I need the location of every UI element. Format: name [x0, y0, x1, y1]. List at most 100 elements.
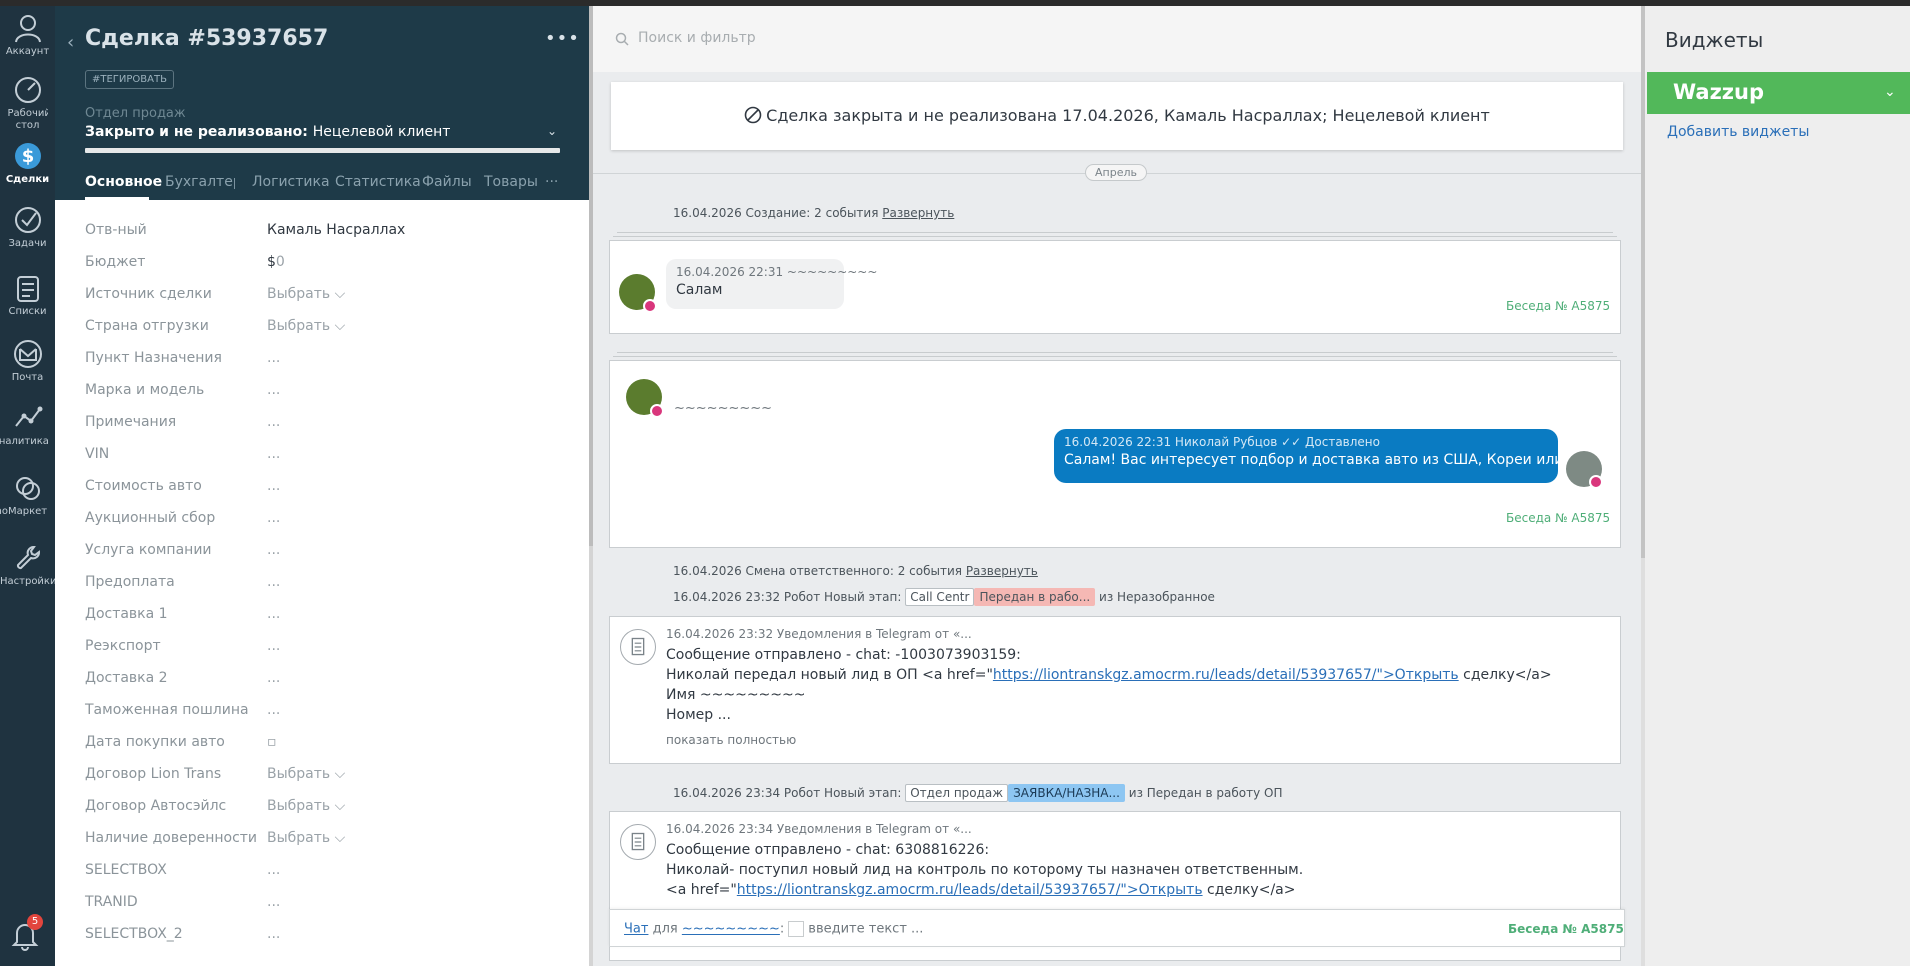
nav-market[interactable]: amoМаркет	[0, 472, 55, 518]
field-row: Пункт Назначения...	[85, 350, 565, 374]
field-select[interactable]: Выбрать ⌵	[267, 798, 345, 814]
conversation-link[interactable]: Беседа № A5875	[1506, 511, 1610, 525]
closed-icon	[744, 106, 762, 124]
note-line: Николай передал новый лид в ОП <a href="…	[666, 667, 1552, 683]
expand-link[interactable]: Развернуть	[882, 206, 954, 220]
field-select[interactable]: Выбрать ⌵	[267, 286, 345, 302]
nav-deals[interactable]: $ Сделки	[0, 140, 55, 186]
show-more-link[interactable]: показать полностью	[666, 733, 796, 747]
field-value[interactable]: ...	[267, 446, 280, 462]
tab-statistics[interactable]: Статистика	[335, 174, 421, 190]
field-value[interactable]: ...	[267, 350, 280, 366]
field-value[interactable]: ...	[267, 574, 280, 590]
more-options-icon[interactable]: •••	[545, 28, 580, 49]
conversation-link[interactable]: Беседа № A5875	[1506, 299, 1610, 313]
chevron-down-icon[interactable]: ⌄	[1884, 84, 1896, 100]
event-stage: 16.04.2026 23:32 Робот Новый этап: Call …	[673, 588, 1215, 606]
tab-more[interactable]: ···	[545, 174, 558, 190]
back-arrow-icon[interactable]: ‹	[67, 32, 74, 53]
add-widgets-link[interactable]: Добавить виджеты	[1667, 124, 1809, 140]
chat-channel-select[interactable]	[788, 921, 805, 937]
conversation-link[interactable]: Беседа № A5875	[1508, 922, 1624, 936]
svg-text:$: $	[21, 146, 34, 167]
nav-tasks[interactable]: Задачи	[0, 204, 55, 250]
message-meta: 16.04.2026 22:31 Николай Рубцов ✓✓ Доста…	[1064, 435, 1380, 449]
chat-input-bar[interactable]: Чат для ~~~~~~~~~: введите текст ... Бесе…	[609, 909, 1625, 947]
message-text: Салам	[676, 282, 723, 298]
field-select[interactable]: Выбрать ⌵	[267, 830, 345, 846]
field-value[interactable]: ...	[267, 414, 280, 430]
note-meta: 16.04.2026 23:32 Уведомления в Telegram …	[666, 627, 972, 641]
calendar-icon[interactable]: ▫	[267, 734, 277, 750]
month-label: Апрель	[1085, 164, 1147, 181]
nav-settings[interactable]: Настройки	[0, 542, 55, 588]
field-row: Бюджет $0	[85, 254, 565, 278]
field-label: Пункт Назначения	[85, 350, 222, 366]
chat-contact-link[interactable]: ~~~~~~~~~	[682, 922, 780, 937]
field-value[interactable]: ...	[267, 542, 280, 558]
deal-link[interactable]: https://liontranskgz.amocrm.ru/leads/det…	[993, 667, 1459, 683]
pipeline-tag: Call Centr	[905, 588, 975, 606]
note-line: Николай- поступил новый лид на контроль …	[666, 862, 1304, 878]
incoming-message: 16.04.2026 22:31 ~~~~~~~~~ Салам	[666, 259, 877, 309]
tab-files[interactable]: Файлы	[422, 174, 472, 190]
nav-label: Аналитика	[0, 436, 49, 447]
deal-link[interactable]: https://liontranskgz.amocrm.ru/leads/det…	[737, 882, 1203, 898]
chat-mode-link[interactable]: Чат	[624, 922, 648, 937]
pipeline-status-select[interactable]: Закрыто и не реализовано: Нецелевой клие…	[85, 124, 450, 140]
pipeline-tag: Отдел продаж	[905, 784, 1009, 802]
field-value[interactable]: ...	[267, 862, 280, 878]
stack-line	[613, 356, 1617, 357]
tag-button[interactable]: #ТЕГИРОВАТЬ	[85, 70, 174, 89]
nav-account[interactable]: Аккаунт	[0, 12, 55, 58]
nav-lists[interactable]: Списки	[0, 272, 55, 318]
field-value[interactable]: ...	[267, 702, 280, 718]
field-value[interactable]: ...	[267, 638, 280, 654]
field-select[interactable]: Выбрать ⌵	[267, 318, 345, 334]
pipeline-label: Отдел продаж	[85, 106, 186, 121]
field-row: Примечания...	[85, 414, 565, 438]
wazzup-widget[interactable]: Wazzup ⌄	[1647, 72, 1910, 114]
field-select[interactable]: Выбрать ⌵	[267, 766, 345, 782]
tab-accounting[interactable]: Бухгалтерия	[165, 174, 235, 190]
field-value[interactable]: $0	[267, 254, 285, 270]
deal-title[interactable]: Сделка #53937657	[85, 26, 328, 51]
tab-logistics[interactable]: Логистика	[252, 174, 330, 190]
chat-message-input[interactable]: введите текст ...	[808, 922, 923, 937]
event-suffix: из Неразобранное	[1099, 590, 1215, 604]
note-text: Николай передал новый лид в ОП <a href="	[666, 667, 993, 683]
tab-main[interactable]: Основное	[85, 174, 162, 190]
field-row: Источник сделки Выбрать ⌵	[85, 286, 565, 310]
nav-label: Задачи	[8, 238, 47, 249]
nav-analytics[interactable]: Аналитика	[0, 402, 55, 448]
field-value[interactable]: Камаль Насраллах	[267, 222, 405, 238]
note-text: <a href="	[666, 882, 737, 898]
chevron-down-icon[interactable]: ⌄	[547, 124, 557, 138]
search-input[interactable]: Поиск и фильтр	[638, 30, 756, 46]
field-row: Наличие довереннoсти Выбрать ⌵	[85, 830, 565, 854]
field-value[interactable]: ...	[267, 382, 280, 398]
field-value[interactable]: ...	[267, 478, 280, 494]
status-sub: Нецелевой клиент	[312, 124, 451, 140]
search-bar[interactable]: Поиск и фильтр	[593, 6, 1643, 72]
field-value[interactable]: ...	[267, 926, 280, 942]
field-value[interactable]: ...	[267, 894, 280, 910]
field-value[interactable]: ...	[267, 606, 280, 622]
field-value[interactable]: ...	[267, 670, 280, 686]
search-icon	[615, 32, 629, 46]
nav-label: amoМаркет	[0, 506, 48, 517]
field-label: Бюджет	[85, 254, 146, 270]
nav-mail[interactable]: Почта	[0, 338, 55, 384]
field-value[interactable]: ...	[267, 510, 280, 526]
outgoing-message: 16.04.2026 22:31 Николай Рубцов ✓✓ Доста…	[1054, 429, 1619, 483]
tab-goods[interactable]: Товары	[484, 174, 538, 190]
event-create: 16.04.2026 Создание: 2 события Развернут…	[673, 206, 954, 220]
field-row: Марка и модель...	[85, 382, 565, 406]
nav-label: Аккаунт	[5, 46, 50, 57]
nav-dashboard[interactable]: Рабочий стол	[0, 74, 55, 132]
status-main: Закрыто и не реализовано:	[85, 124, 308, 140]
event-text: 16.04.2026 Смена ответственного: 2 событ…	[673, 564, 962, 578]
nav-label: Сделки	[5, 174, 50, 185]
mail-icon	[13, 340, 42, 368]
expand-link[interactable]: Развернуть	[966, 564, 1038, 578]
